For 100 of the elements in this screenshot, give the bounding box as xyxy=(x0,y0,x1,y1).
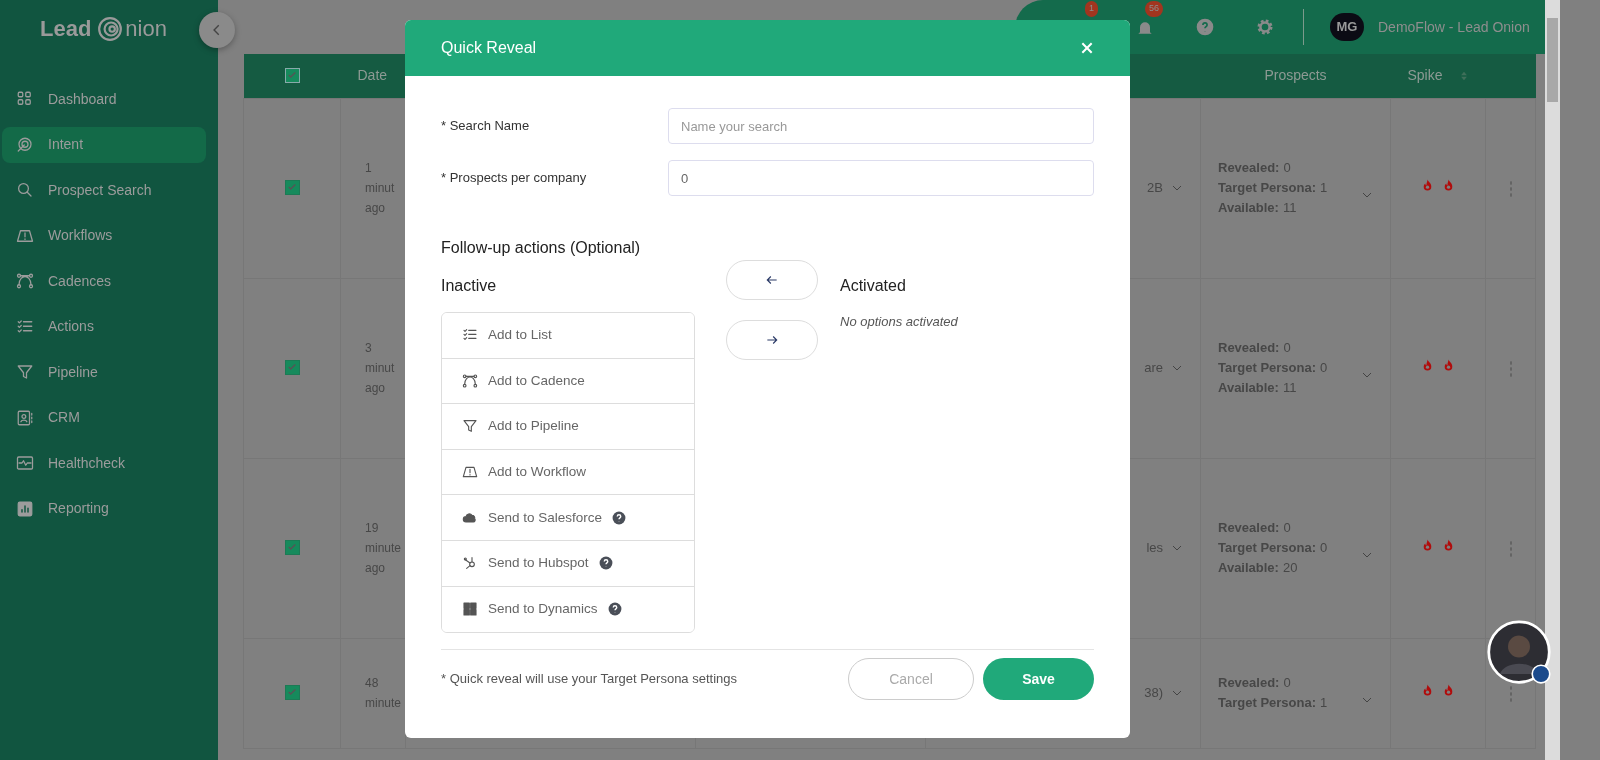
prospect-label: Target Persona: xyxy=(1218,694,1316,712)
flame-icon xyxy=(1442,538,1455,553)
prospect-count: 0 xyxy=(1320,359,1328,377)
prospect-label: Target Persona: xyxy=(1218,539,1316,557)
prospect-count: 0 xyxy=(1320,539,1328,557)
prospect-label: Available: xyxy=(1218,559,1279,577)
close-icon xyxy=(1080,41,1094,55)
prospect-label: Target Persona: xyxy=(1218,359,1316,377)
field-label: * Search Name xyxy=(441,117,531,136)
table-cell-text: are xyxy=(1144,359,1163,377)
logo-text: nion xyxy=(125,15,167,43)
sidebar-item[interactable]: Cadences xyxy=(2,263,206,299)
row-checkbox[interactable] xyxy=(284,179,300,195)
list-option[interactable]: Add to List xyxy=(442,313,694,359)
prospect-count: 11 xyxy=(1282,379,1297,397)
search-icon xyxy=(16,181,34,199)
chat-avatar-icon xyxy=(1486,619,1552,685)
flame-icon xyxy=(1421,358,1434,373)
sidebar-item[interactable]: Workflows xyxy=(2,217,206,254)
prospect-count: 0 xyxy=(1283,339,1291,357)
account-name: DemoFlow - Lead Onion xyxy=(1378,17,1530,37)
sidebar-item[interactable]: Actions xyxy=(2,308,206,345)
prospect-count: 0 xyxy=(1283,519,1291,537)
sidebar-item[interactable]: Intent xyxy=(2,126,206,163)
column-header: Date xyxy=(357,67,388,84)
row-checkbox[interactable] xyxy=(284,684,300,700)
count-badge: 1 xyxy=(1085,1,1098,17)
sidebar-item[interactable]: Dashboard xyxy=(2,81,206,117)
sidebar-item[interactable]: Reporting xyxy=(2,490,206,527)
column-header: Spike xyxy=(1407,66,1443,86)
avatar-initials[interactable]: MG xyxy=(1330,13,1364,41)
flame-icon xyxy=(1442,358,1455,373)
check-icon xyxy=(287,70,297,81)
input-field[interactable]: 0 xyxy=(668,160,1094,196)
prospect-count: 11 xyxy=(1282,199,1297,217)
checklist-icon xyxy=(16,317,34,336)
prospect-label: Available: xyxy=(1218,199,1279,217)
logo-text: Lead xyxy=(40,15,92,43)
flame-icon xyxy=(1421,538,1434,553)
column-title: Inactive xyxy=(441,276,498,296)
four-squares-icon xyxy=(462,601,478,618)
prospect-label: Available: xyxy=(1218,379,1279,397)
section-title: Follow-up actions (Optional) xyxy=(441,238,642,258)
arrow-right-icon xyxy=(765,333,779,347)
sidebar-item[interactable]: Prospect Search xyxy=(2,172,206,208)
bar-chart-icon xyxy=(16,499,34,518)
count-badge: 56 xyxy=(1145,1,1163,17)
date-text: ago xyxy=(365,200,387,217)
field-label: * Prospects per company xyxy=(441,169,588,188)
flame-icon xyxy=(1421,683,1434,698)
prospect-label: Revealed: xyxy=(1218,159,1280,177)
grid-icon xyxy=(16,90,34,108)
prospect-count: 1 xyxy=(1320,179,1328,197)
arrow-left-icon xyxy=(765,273,779,287)
check-icon xyxy=(287,182,297,193)
date-text: ago xyxy=(365,560,387,577)
empty-message: No options activated xyxy=(840,313,958,331)
move-left-button[interactable] xyxy=(726,260,818,300)
bezier-nodes-icon xyxy=(462,372,478,389)
contact-card-icon xyxy=(16,408,34,427)
prospect-label: Target Persona: xyxy=(1218,179,1316,197)
prospect-label: Revealed: xyxy=(1218,674,1280,692)
prospect-count: 1 xyxy=(1320,694,1328,712)
move-right-button[interactable] xyxy=(726,320,818,360)
input-field[interactable]: Name your search xyxy=(668,108,1094,144)
date-text: 19 xyxy=(365,520,380,537)
table-cell-text: 38) xyxy=(1144,684,1163,702)
column-header: Prospects xyxy=(1264,67,1327,84)
funnel-icon xyxy=(16,363,34,381)
flame-icon xyxy=(1442,178,1455,193)
prospect-label: Revealed: xyxy=(1218,519,1280,537)
sidebar-item[interactable]: Healthcheck xyxy=(2,445,206,481)
onion-logo-icon xyxy=(97,16,124,42)
sidebar-item[interactable]: CRM xyxy=(2,399,206,436)
column-title: Activated xyxy=(840,276,907,296)
row-checkbox[interactable] xyxy=(284,359,300,375)
help-icon xyxy=(1195,17,1215,37)
flame-icon xyxy=(1442,683,1455,698)
funnel-icon xyxy=(462,418,478,435)
date-text: 48 xyxy=(365,675,380,692)
check-icon xyxy=(287,687,297,698)
footnote-text: * Quick reveal will use your Target Persona settings xyxy=(441,670,738,689)
date-text: ago xyxy=(365,380,387,397)
collapse-sidebar-button[interactable] xyxy=(199,12,235,48)
scrollbar-thumb[interactable] xyxy=(1547,18,1558,102)
select-all-checkbox[interactable] xyxy=(284,67,300,83)
date-text: minute xyxy=(365,540,403,557)
date-text: minute xyxy=(365,695,403,712)
prospect-count: 0 xyxy=(1283,674,1291,692)
table-cell-text: les xyxy=(1146,539,1163,557)
cancel-button[interactable]: Cancel xyxy=(848,658,974,701)
save-button[interactable]: Save xyxy=(983,658,1094,701)
prospect-count: 0 xyxy=(1283,159,1291,177)
flame-icon xyxy=(1421,178,1434,193)
check-icon xyxy=(287,362,297,373)
target-icon xyxy=(16,135,34,154)
close-button[interactable] xyxy=(1080,41,1094,55)
sidebar-item[interactable]: Pipeline xyxy=(2,354,206,390)
row-checkbox[interactable] xyxy=(284,539,300,555)
prospect-count: 20 xyxy=(1282,559,1298,577)
